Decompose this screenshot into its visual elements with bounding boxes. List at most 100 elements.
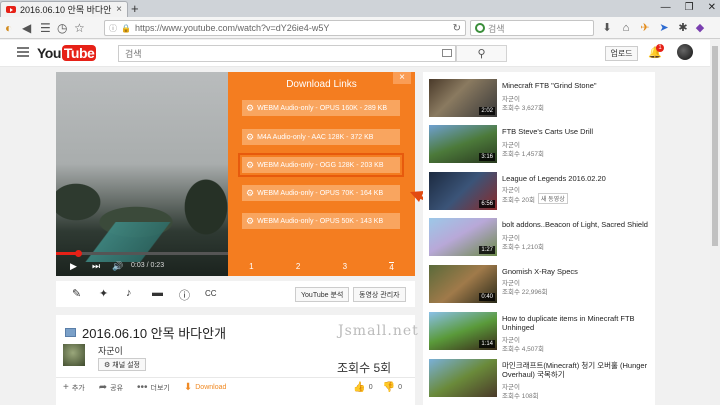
- video-thumbnail[interactable]: 1:14: [429, 312, 497, 350]
- channel-settings-button[interactable]: ⚙ 채널 설정: [98, 358, 146, 371]
- progress-scrubber[interactable]: [75, 250, 83, 257]
- related-video-title[interactable]: bolt addons..Beacon of Light, Sacred Shi…: [502, 220, 650, 229]
- related-video-item[interactable]: 3:16 FTB Steve's Carts Use Drill 자군이 조회수…: [429, 125, 649, 166]
- related-video-item[interactable]: 1:14 How to duplicate items in Minecraft…: [429, 312, 649, 353]
- search-button[interactable]: ⚲: [456, 45, 507, 62]
- extension-badge-icon[interactable]: ◆: [693, 21, 707, 35]
- dislike-count: 0: [398, 384, 402, 391]
- share-button[interactable]: ➦ 공유: [99, 382, 123, 393]
- next-icon[interactable]: ⏭: [92, 261, 100, 272]
- download-panel-close-button[interactable]: ×: [393, 72, 411, 84]
- back-arrow-icon[interactable]: ◀: [22, 20, 31, 36]
- share-label: 공유: [110, 384, 124, 392]
- view-count: 조회수 5회: [337, 361, 392, 375]
- dislike-button[interactable]: 👎 0: [383, 382, 402, 393]
- related-video-title[interactable]: 마인크래프트(Minecraft) 청기 오버홀 (Hunger Overhau…: [502, 361, 650, 379]
- related-video-title[interactable]: FTB Steve's Carts Use Drill: [502, 127, 650, 136]
- channel-name[interactable]: 자군이: [98, 344, 123, 357]
- minimize-button[interactable]: —: [661, 0, 671, 16]
- maximize-button[interactable]: ❐: [685, 0, 694, 16]
- extension-tool-icon[interactable]: ✱: [676, 21, 690, 35]
- tab-close-button[interactable]: ×: [116, 4, 122, 15]
- annotations-icon[interactable]: ▬: [152, 287, 163, 299]
- related-video-views: 조회수 4,507회: [502, 346, 544, 353]
- enhance-wand-icon[interactable]: ✦: [99, 287, 108, 300]
- browser-tab[interactable]: 2016.06.10 안목 바다안... ×: [0, 1, 128, 17]
- related-video-item[interactable]: 0:40 Gnomish X-Ray Specs 자군이 조회수 22,996회: [429, 265, 649, 306]
- download-link-item[interactable]: ⚙ WEBM Audio-only - OPUS 70K - 164 KB: [242, 185, 400, 201]
- extension-pointer-icon[interactable]: ➤: [657, 21, 671, 35]
- scrollbar-thumb[interactable]: [712, 46, 718, 246]
- video-thumbnail[interactable]: 0:40: [429, 265, 497, 303]
- subtitles-cc-icon[interactable]: CC: [205, 289, 217, 298]
- new-tab-button[interactable]: +: [131, 1, 139, 16]
- volume-icon[interactable]: 🔊: [112, 261, 123, 272]
- reload-icon[interactable]: ↻: [453, 23, 461, 34]
- video-thumbnail[interactable]: 2:02: [429, 79, 497, 117]
- search-engine-icon: [475, 23, 485, 33]
- video-thumbnail[interactable]: 1:27: [429, 218, 497, 256]
- video-frame[interactable]: [56, 72, 228, 276]
- download-icon[interactable]: ⬇: [600, 21, 614, 35]
- extension-bird-icon[interactable]: ✈: [638, 21, 652, 35]
- play-icon[interactable]: ▶: [70, 261, 77, 272]
- page-4-button[interactable]: 4: [389, 262, 394, 272]
- page-3-button[interactable]: 3: [343, 262, 347, 272]
- account-avatar[interactable]: [677, 44, 693, 60]
- reading-list-icon[interactable]: ☰: [40, 20, 51, 36]
- download-panel-title: Download Links: [286, 79, 357, 90]
- thumbs-up-icon: 👍: [353, 382, 366, 393]
- video-thumbnail[interactable]: 3:16: [429, 125, 497, 163]
- history-icon[interactable]: ◷: [57, 20, 67, 36]
- related-video-title[interactable]: Minecraft FTB "Grind Stone": [502, 81, 650, 90]
- add-to-button[interactable]: + 추가: [63, 382, 85, 393]
- youtube-search-input[interactable]: [118, 45, 456, 62]
- related-video-item[interactable]: 2:02 Minecraft FTB "Grind Stone" 자군이 조회수…: [429, 79, 649, 120]
- download-link-item[interactable]: ⚙ WEBM Audio-only - OPUS 160K - 289 KB: [242, 100, 400, 116]
- youtube-analytics-button[interactable]: YouTube 분석: [295, 287, 350, 302]
- more-button[interactable]: ••• 더보기: [137, 382, 170, 393]
- close-window-button[interactable]: ✕: [708, 0, 716, 16]
- download-button[interactable]: ⬇ Download: [184, 382, 227, 393]
- download-link-item-highlighted[interactable]: ⚙ WEBM Audio-only - OGG 128K - 203 KB: [238, 153, 404, 177]
- download-link-item[interactable]: ⚙ M4A Audio-only - AAC 128K - 372 KB: [242, 129, 400, 145]
- channel-avatar[interactable]: [63, 344, 85, 366]
- info-cards-icon[interactable]: ⓘ: [179, 287, 190, 303]
- page-scrollbar[interactable]: [710, 40, 720, 405]
- keyboard-icon[interactable]: [442, 49, 452, 57]
- browser-search-box[interactable]: 검색: [470, 20, 594, 36]
- related-video-title[interactable]: League of Legends 2016.02.20: [502, 174, 650, 183]
- upload-button[interactable]: 업로드: [605, 46, 638, 61]
- edit-pencil-icon[interactable]: ✎: [72, 287, 81, 300]
- related-videos-sidebar: 2:02 Minecraft FTB "Grind Stone" 자군이 조회수…: [423, 72, 655, 405]
- address-bar[interactable]: ⓘ 🔒 https://www.youtube.com/watch?v=dY26…: [104, 20, 466, 36]
- related-video-views: 조회수 3,627회: [502, 105, 544, 112]
- video-manager-button[interactable]: 동영상 관리자: [353, 287, 406, 302]
- like-button[interactable]: 👍 0: [353, 382, 372, 393]
- related-video-item[interactable]: 6:56 League of Legends 2016.02.20 자군이 조회…: [429, 172, 649, 213]
- youtube-logo[interactable]: You Tube: [37, 45, 97, 61]
- video-thumbnail[interactable]: [429, 359, 497, 397]
- guide-menu-icon[interactable]: [17, 47, 29, 57]
- download-link-label: M4A Audio-only - AAC 128K - 372 KB: [257, 133, 374, 141]
- video-thumbnail[interactable]: 6:56: [429, 172, 497, 210]
- related-video-item[interactable]: 1:27 bolt addons..Beacon of Light, Sacre…: [429, 218, 649, 259]
- page-1-button[interactable]: 1: [249, 262, 253, 272]
- tab-title: 2016.06.10 안목 바다안...: [20, 5, 113, 15]
- time-display: 0:03 / 0:23: [131, 262, 165, 269]
- home-icon[interactable]: ⌂: [619, 21, 633, 35]
- related-video-views: 조회수 1,210회: [502, 244, 544, 251]
- related-video-title[interactable]: How to duplicate items in Minecraft FTB …: [502, 314, 650, 332]
- audio-note-icon[interactable]: ♪: [126, 287, 132, 299]
- gear-icon: ⚙: [104, 361, 111, 369]
- related-video-item[interactable]: 마인크래프트(Minecraft) 청기 오버홀 (Hunger Overhau…: [429, 359, 649, 400]
- browser-logo-icon[interactable]: ◐: [5, 20, 12, 36]
- player-controls: ▶ ⏭ 🔊 0:03 / 0:23: [56, 248, 228, 276]
- related-video-title[interactable]: Gnomish X-Ray Specs: [502, 267, 650, 276]
- video-player[interactable]: ▶ ⏭ 🔊 0:03 / 0:23 Download Links × ⚙ WEB…: [56, 72, 415, 276]
- logo-tube-text: Tube: [61, 45, 97, 61]
- page-2-button[interactable]: 2: [296, 262, 300, 272]
- bookmark-star-icon[interactable]: ☆: [74, 20, 85, 36]
- wrench-icon: ⚙: [246, 131, 255, 142]
- download-link-item[interactable]: ⚙ WEBM Audio-only - OPUS 50K - 143 KB: [242, 213, 400, 229]
